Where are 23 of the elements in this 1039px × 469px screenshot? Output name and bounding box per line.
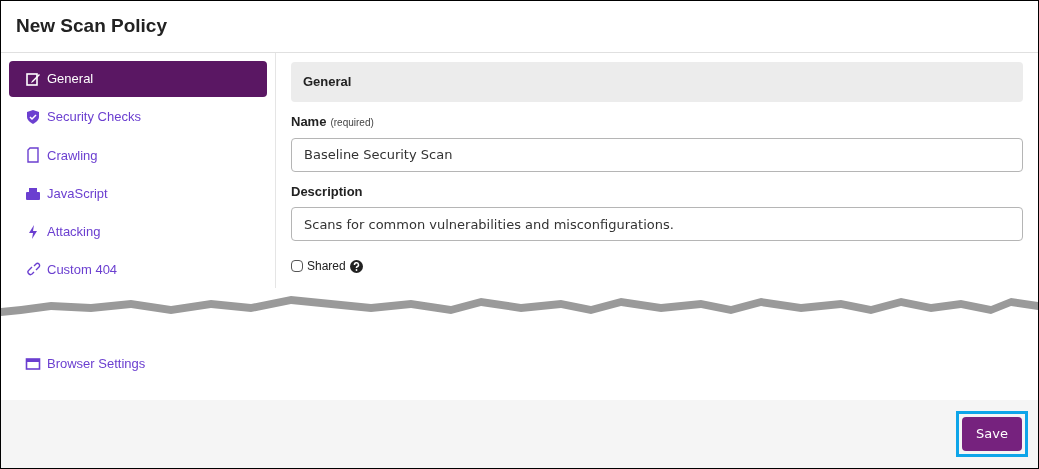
sidebar-item[interactable]: Attacking: [9, 214, 267, 250]
shield-check-icon: [25, 109, 41, 126]
window-icon: [25, 356, 41, 372]
sidebar-item[interactable]: General: [9, 61, 267, 97]
sidebar-item[interactable]: Security Checks: [9, 99, 267, 135]
field-label: Description: [291, 182, 363, 201]
sidebar-item[interactable]: JavaScript: [9, 175, 267, 212]
window-title: New Scan Policy: [16, 14, 167, 39]
help-icon: [349, 259, 363, 273]
page-icon: [25, 147, 41, 164]
checkbox[interactable]: [291, 260, 303, 272]
save-button[interactable]: Save: [962, 417, 1022, 451]
section-header: General: [291, 62, 1023, 102]
text-field[interactable]: Baseline Security Scan: [291, 137, 1023, 172]
field-note: (required): [330, 116, 374, 130]
edit-icon: [25, 70, 41, 87]
printer-icon: [25, 185, 41, 202]
field-label: Name: [291, 113, 327, 131]
text-field[interactable]: Scans for common vulnerabilities and misconfigurations.: [291, 207, 1023, 241]
sidebar-item[interactable]: Custom 404: [9, 252, 267, 288]
sidebar-item[interactable]: Crawling: [9, 137, 267, 174]
sidebar-item[interactable]: Browser Settings: [9, 345, 268, 383]
checkbox-label: Shared: [307, 258, 346, 275]
